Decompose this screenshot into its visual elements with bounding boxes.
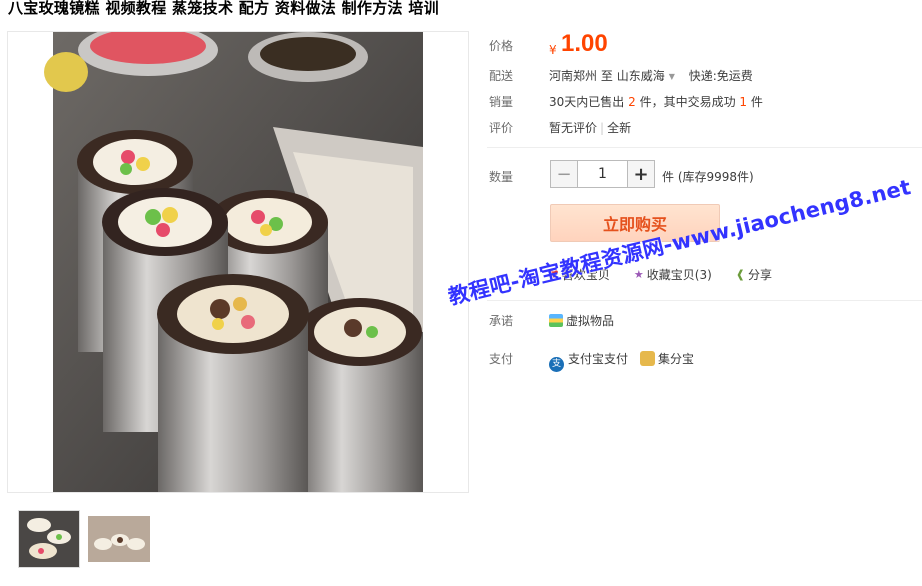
watermark-text: 教程吧-淘宝教程资源网-www.jiaocheng8.net xyxy=(445,175,914,310)
share-label: 分享 xyxy=(747,268,772,282)
payment-label: 支付 xyxy=(489,352,514,366)
divider xyxy=(487,147,922,148)
jifenbao-icon xyxy=(640,351,656,366)
quantity-input[interactable]: 1 xyxy=(577,161,628,187)
express-label: 快递: xyxy=(688,69,717,83)
sales-value: 30天内已售出 2 件，其中交易成功 1 件 xyxy=(549,93,763,110)
ship-to-word: 至 xyxy=(600,69,613,83)
increase-button[interactable]: + xyxy=(628,161,654,187)
sales-prefix: 30天内已售出 xyxy=(549,95,625,109)
favorite-label: 收藏宝贝(3) xyxy=(646,268,712,282)
payment-value-wrap: 支支付宝支付 集分宝 xyxy=(549,350,694,372)
decrease-button[interactable]: − xyxy=(551,161,577,187)
rating-value-wrap: 暂无评价 | 全新 xyxy=(549,119,631,136)
main-product-image[interactable] xyxy=(7,31,469,493)
divider xyxy=(487,300,922,301)
express-value: 免运费 xyxy=(716,69,753,83)
stock-text: 件 (库存9998件) xyxy=(662,170,754,184)
thumbnail-2[interactable] xyxy=(88,516,150,562)
promise-label: 承诺 xyxy=(489,314,514,328)
thumbnail-1[interactable] xyxy=(18,510,80,568)
promise-value[interactable]: 虚拟物品 xyxy=(566,314,614,328)
promise-value-wrap: 虚拟物品 xyxy=(549,312,614,329)
share-icon: ❰ xyxy=(735,268,745,281)
alipay-label: 支付宝支付 xyxy=(568,352,629,366)
chevron-down-icon[interactable]: ▼ xyxy=(669,72,675,81)
star-icon: ★ xyxy=(633,268,644,281)
currency-symbol: ¥ xyxy=(549,43,557,57)
ship-destination[interactable]: 山东威海 xyxy=(617,69,665,83)
share-button[interactable]: ❰ 分享 xyxy=(736,266,772,283)
rating-value[interactable]: 暂无评价 xyxy=(549,121,597,135)
shipping-value: 河南郑州 至 山东威海 ▼ 快递:免运费 xyxy=(549,67,753,84)
quantity-label: 数量 xyxy=(489,170,514,184)
success-count: 1 xyxy=(739,95,748,109)
quantity-stepper[interactable]: − 1 + xyxy=(550,160,655,188)
ship-from: 河南郑州 xyxy=(549,69,598,83)
rating-label: 评价 xyxy=(489,121,514,135)
separator: | xyxy=(600,121,605,135)
sales-suffix: 件 xyxy=(750,95,763,109)
shipping-label: 配送 xyxy=(489,69,514,83)
price-value: 1.00 xyxy=(561,30,608,57)
sold-count: 2 xyxy=(628,95,636,109)
sales-middle: 件，其中交易成功 xyxy=(639,95,736,109)
sales-label: 销量 xyxy=(489,95,514,109)
jifenbao-label: 集分宝 xyxy=(658,352,695,366)
favorite-button[interactable]: ★ 收藏宝贝(3) xyxy=(634,266,712,283)
condition-value: 全新 xyxy=(607,121,632,135)
product-title: 八宝玫瑰镜糕 视频教程 蒸笼技术 配方 资料做法 制作方法 培训 xyxy=(8,0,439,17)
price-label: 价格 xyxy=(489,39,514,53)
alipay-icon: 支 xyxy=(549,357,564,372)
virtual-goods-icon xyxy=(549,314,563,327)
